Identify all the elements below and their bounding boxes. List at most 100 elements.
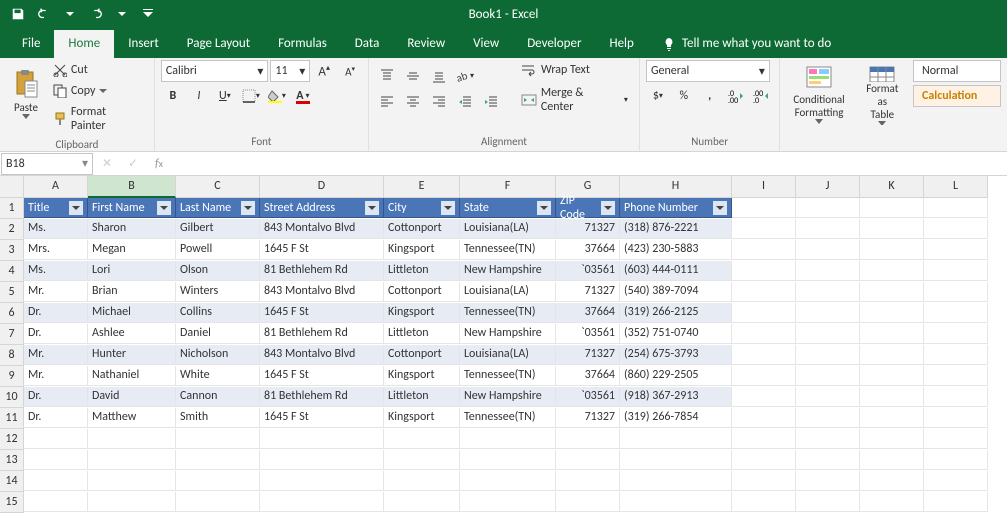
col-header-C[interactable]: C xyxy=(176,176,260,198)
filter-dropdown-icon[interactable] xyxy=(157,201,171,215)
row-header-13[interactable]: 13 xyxy=(0,450,24,471)
table-cell[interactable]: Mr. xyxy=(24,366,88,386)
row-header-9[interactable]: 9 xyxy=(0,366,24,387)
cell-empty[interactable] xyxy=(860,198,924,218)
table-cell[interactable]: 1645 F St xyxy=(260,303,384,323)
font-name-combo[interactable]: Calibri▾ xyxy=(161,60,269,82)
table-cell[interactable]: Littleton xyxy=(384,324,460,344)
cell-empty[interactable] xyxy=(924,387,988,407)
cell-empty[interactable] xyxy=(732,408,796,428)
table-cell[interactable]: Tennessee(TN) xyxy=(460,240,556,260)
row-header-10[interactable]: 10 xyxy=(0,387,24,408)
cell-empty[interactable] xyxy=(924,450,988,470)
cell-empty[interactable] xyxy=(176,450,260,470)
table-cell[interactable]: 81 Bethlehem Rd xyxy=(260,261,384,281)
cell-empty[interactable] xyxy=(556,471,620,491)
row-header-1[interactable]: 1 xyxy=(0,198,24,219)
table-cell[interactable]: Nicholson xyxy=(176,345,260,365)
cell-empty[interactable] xyxy=(860,471,924,491)
cell-empty[interactable] xyxy=(732,366,796,386)
orientation-button[interactable]: ab▾ xyxy=(453,65,477,87)
table-cell[interactable]: Brian xyxy=(88,282,176,302)
tab-home[interactable]: Home xyxy=(54,30,114,58)
cell-empty[interactable] xyxy=(924,429,988,449)
table-cell[interactable]: Cottonport xyxy=(384,345,460,365)
decrease-indent-button[interactable] xyxy=(453,90,477,112)
style-normal[interactable]: Normal xyxy=(913,60,1001,82)
table-cell[interactable]: Dr. xyxy=(24,324,88,344)
cell-empty[interactable] xyxy=(796,408,860,428)
cell-empty[interactable] xyxy=(732,324,796,344)
row-header-4[interactable]: 4 xyxy=(0,261,24,282)
table-cell[interactable]: (603) 444-0111 xyxy=(620,261,732,281)
cell-empty[interactable] xyxy=(796,471,860,491)
cell-empty[interactable] xyxy=(796,345,860,365)
cell-empty[interactable] xyxy=(620,429,732,449)
cell-empty[interactable] xyxy=(460,429,556,449)
table-header-state[interactable]: State xyxy=(460,198,556,218)
decrease-font-button[interactable]: A▾ xyxy=(338,60,362,82)
tab-review[interactable]: Review xyxy=(393,30,459,58)
row-header-12[interactable]: 12 xyxy=(0,429,24,450)
tab-insert[interactable]: Insert xyxy=(114,30,173,58)
cell-empty[interactable] xyxy=(176,471,260,491)
cell-empty[interactable] xyxy=(860,261,924,281)
cell-styles-gallery[interactable]: Normal Calculation xyxy=(913,60,1001,107)
select-all-corner[interactable] xyxy=(0,176,24,198)
table-cell[interactable]: Megan xyxy=(88,240,176,260)
cell-empty[interactable] xyxy=(732,345,796,365)
table-cell[interactable]: Michael xyxy=(88,303,176,323)
table-cell[interactable]: Tennessee(TN) xyxy=(460,408,556,428)
col-header-I[interactable]: I xyxy=(732,176,796,198)
table-cell[interactable]: Hunter xyxy=(88,345,176,365)
table-cell[interactable]: (540) 389-7094 xyxy=(620,282,732,302)
table-cell[interactable]: New Hampshire xyxy=(460,387,556,407)
filter-dropdown-icon[interactable] xyxy=(241,201,255,215)
table-cell[interactable]: Louisiana(LA) xyxy=(460,345,556,365)
col-header-J[interactable]: J xyxy=(796,176,860,198)
table-cell[interactable]: Sharon xyxy=(88,219,176,239)
table-cell[interactable]: (860) 229-2505 xyxy=(620,366,732,386)
cell-empty[interactable] xyxy=(88,492,176,512)
cell-empty[interactable] xyxy=(620,471,732,491)
table-cell[interactable]: (352) 751-0740 xyxy=(620,324,732,344)
row-header-14[interactable]: 14 xyxy=(0,471,24,492)
percent-format-button[interactable]: % xyxy=(672,85,696,107)
filter-dropdown-icon[interactable] xyxy=(601,201,615,215)
cell-empty[interactable] xyxy=(924,345,988,365)
cell-empty[interactable] xyxy=(796,324,860,344)
row-header-2[interactable]: 2 xyxy=(0,219,24,240)
redo-button[interactable] xyxy=(84,3,108,25)
insert-function-button[interactable]: fx xyxy=(146,153,172,175)
table-cell[interactable]: 71327 xyxy=(556,408,620,428)
font-color-button[interactable]: A▾ xyxy=(291,85,315,107)
undo-dropdown[interactable] xyxy=(58,3,82,25)
cell-empty[interactable] xyxy=(556,429,620,449)
copy-button[interactable]: Copy xyxy=(48,81,148,101)
cell-empty[interactable] xyxy=(384,450,460,470)
cell-empty[interactable] xyxy=(732,282,796,302)
table-cell[interactable]: `03561 xyxy=(556,387,620,407)
cell-empty[interactable] xyxy=(796,429,860,449)
row-header-8[interactable]: 8 xyxy=(0,345,24,366)
cell-empty[interactable] xyxy=(796,261,860,281)
underline-button[interactable]: U▾ xyxy=(213,85,237,107)
cell-empty[interactable] xyxy=(924,282,988,302)
tab-data[interactable]: Data xyxy=(341,30,394,58)
table-cell[interactable]: Tennessee(TN) xyxy=(460,366,556,386)
qat-customize[interactable] xyxy=(136,3,160,25)
table-cell[interactable]: New Hampshire xyxy=(460,261,556,281)
cell-empty[interactable] xyxy=(260,429,384,449)
cell-empty[interactable] xyxy=(924,303,988,323)
table-cell[interactable]: 1645 F St xyxy=(260,240,384,260)
table-cell[interactable]: Littleton xyxy=(384,261,460,281)
table-header-city[interactable]: City xyxy=(384,198,460,218)
cell-empty[interactable] xyxy=(88,450,176,470)
cell-empty[interactable] xyxy=(796,387,860,407)
accounting-format-button[interactable]: $▾ xyxy=(646,85,670,107)
format-as-table-button[interactable]: Format as Table xyxy=(854,60,911,128)
cell-empty[interactable] xyxy=(24,429,88,449)
increase-indent-button[interactable] xyxy=(479,90,503,112)
table-cell[interactable]: Mr. xyxy=(24,282,88,302)
cell-empty[interactable] xyxy=(796,219,860,239)
